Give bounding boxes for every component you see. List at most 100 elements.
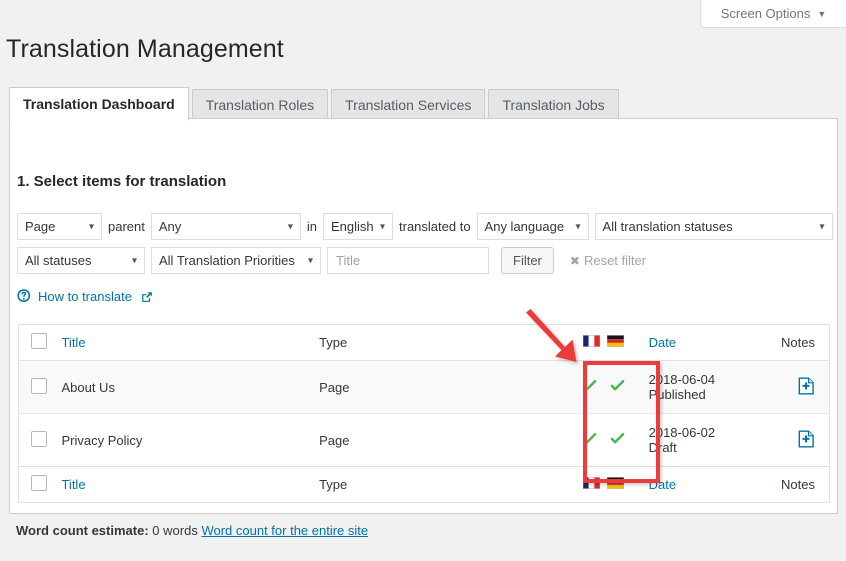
word-count-label: Word count estimate: (16, 523, 149, 538)
tab-translation-dashboard[interactable]: Translation Dashboard (9, 87, 189, 121)
row-date: 2018-06-04 (648, 372, 716, 387)
word-count-estimate: Word count estimate: 0 words Word count … (16, 523, 368, 538)
tab-translation-services[interactable]: Translation Services (331, 89, 486, 121)
source-language-select[interactable]: English (323, 213, 393, 240)
question-circle-icon (17, 289, 31, 302)
type-column-header: Type (318, 324, 560, 361)
word-count-value: 0 words (152, 523, 198, 538)
row-translations-cell (560, 414, 648, 467)
translation-priority-select[interactable]: All Translation Priorities (151, 247, 321, 274)
select-all-footer (18, 466, 61, 503)
date-column-header[interactable]: Date (647, 324, 760, 361)
title-search-input[interactable] (327, 247, 489, 274)
row-notes-cell (760, 361, 830, 414)
row-select-cell (19, 414, 61, 467)
row-checkbox[interactable] (31, 377, 47, 394)
filter-row-primary: Page parent Any in English translated to… (17, 213, 833, 240)
type-column-footer: Type (318, 466, 560, 503)
table-footer-row: Title Type Date Notes (18, 466, 830, 503)
check-icon-french (582, 379, 597, 391)
how-to-translate-link[interactable]: How to translate (17, 289, 153, 304)
translation-status-checks (582, 378, 625, 393)
date-column-label: Date (648, 477, 677, 492)
notes-column-label: Notes (781, 335, 815, 350)
row-type: Page (319, 379, 350, 395)
check-icon-german (610, 379, 625, 391)
close-icon: ✖ (569, 253, 580, 268)
row-checkbox[interactable] (31, 430, 47, 447)
tab-label: Translation Jobs (502, 97, 605, 113)
row-select-cell (19, 361, 61, 414)
add-note-icon[interactable] (798, 377, 815, 395)
external-link-icon (142, 291, 152, 302)
post-type-value: Page (25, 219, 56, 234)
target-language-value: Any language (484, 219, 565, 234)
post-status-select[interactable]: All statuses (17, 247, 145, 274)
row-title[interactable]: Privacy Policy (61, 433, 142, 448)
german-flag (607, 335, 625, 347)
title-column-header[interactable]: Title (60, 324, 319, 361)
date-column-footer[interactable]: Date (647, 466, 760, 503)
row-type-cell: Page (318, 414, 560, 467)
check-icon-french (582, 432, 597, 444)
reset-filter-button[interactable]: ✖ Reset filter (570, 253, 646, 268)
type-column-label: Type (319, 477, 348, 492)
filter-row-secondary: All statuses All Translation Priorities … (17, 247, 646, 274)
translation-dashboard-panel: 1. Select items for translation Page par… (9, 118, 838, 514)
title-column-label: Title (61, 477, 86, 492)
tab-translation-jobs[interactable]: Translation Jobs (488, 89, 619, 121)
table-body: About Us Page 2018-06-04 Published Priva… (18, 360, 830, 467)
select-all-checkbox[interactable] (31, 333, 47, 349)
parent-label: parent (108, 219, 145, 234)
row-type-cell: Page (318, 361, 560, 414)
page-title: Translation Management (6, 34, 284, 63)
select-all-checkbox-footer[interactable] (31, 475, 47, 491)
how-to-translate-label: How to translate (38, 289, 132, 304)
post-status-value: All statuses (25, 253, 92, 268)
translation-status-value: All translation statuses (602, 219, 733, 234)
row-notes-cell (760, 414, 830, 467)
tab-bar: Translation Dashboard Translation Roles … (9, 87, 622, 121)
check-icon-german (610, 432, 625, 444)
german-flag (607, 477, 625, 489)
languages-column-header (559, 324, 648, 361)
table-foot: Title Type Date Notes (18, 466, 830, 503)
screen-options-button[interactable]: Screen Options ▼ (700, 0, 846, 28)
chevron-down-icon: ▼ (817, 8, 827, 19)
word-count-site-link[interactable]: Word count for the entire site (201, 523, 368, 538)
language-flags (583, 477, 625, 489)
section-title: 1. Select items for translation (17, 173, 227, 190)
notes-column-label: Notes (781, 477, 815, 492)
translation-status-select[interactable]: All translation statuses (594, 213, 833, 240)
translation-priority-value: All Translation Priorities (159, 253, 295, 268)
screen-options-label: Screen Options (720, 6, 811, 21)
in-label: in (306, 219, 317, 234)
row-date-cell: 2018-06-04 Published (648, 361, 760, 414)
title-column-label: Title (61, 335, 86, 350)
tab-label: Translation Dashboard (23, 96, 175, 112)
row-status: Published (648, 387, 706, 402)
table-row: Privacy Policy Page 2018-06-02 Draft (18, 414, 830, 467)
tab-label: Translation Roles (205, 97, 315, 113)
row-title-cell: Privacy Policy (60, 414, 318, 467)
language-flags (583, 335, 625, 347)
source-language-value: English (331, 219, 374, 234)
tab-translation-roles[interactable]: Translation Roles (191, 89, 329, 121)
filter-button[interactable]: Filter (501, 247, 554, 274)
row-status: Draft (648, 440, 677, 455)
notes-column-header: Notes (759, 324, 830, 361)
row-title-cell: About Us (60, 361, 318, 414)
date-column-label: Date (648, 335, 677, 350)
table-row: About Us Page 2018-06-04 Published (18, 360, 830, 414)
row-date: 2018-06-02 (648, 425, 716, 440)
notes-column-footer: Notes (759, 466, 830, 503)
parent-select[interactable]: Any (150, 213, 301, 240)
french-flag (583, 477, 601, 489)
add-note-icon[interactable] (798, 430, 815, 448)
post-type-select[interactable]: Page (17, 213, 102, 240)
row-title[interactable]: About Us (61, 380, 114, 395)
select-all-header (18, 324, 61, 361)
reset-filter-label: Reset filter (583, 253, 647, 268)
title-column-footer[interactable]: Title (60, 466, 319, 503)
target-language-select[interactable]: Any language (476, 213, 589, 240)
